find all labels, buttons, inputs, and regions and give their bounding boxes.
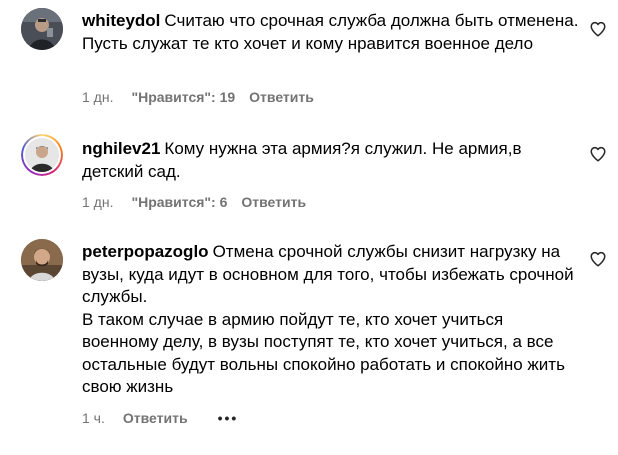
heart-outline-icon[interactable]	[589, 250, 607, 268]
reply-button[interactable]: Ответить	[249, 89, 314, 105]
comment-username[interactable]: peterpopazoglo	[82, 242, 209, 261]
reply-button[interactable]: Ответить	[123, 410, 188, 426]
comment-paragraph-1: peterpopazoglo Отмена срочной службы сниз…	[82, 241, 582, 309]
comment-paragraph-2: В таком случае в армию пойдут те, кто хо…	[82, 309, 565, 397]
user-photo-icon[interactable]	[21, 8, 63, 50]
comment-body: nghilev21 Кому нужна эта армия?я служил. …	[82, 138, 582, 183]
avatar-photo	[25, 138, 59, 172]
reply-button[interactable]: Ответить	[241, 194, 306, 210]
comment-username[interactable]: nghilev21	[82, 139, 160, 158]
comment-meta: 1 ч. Ответить •••	[82, 410, 238, 426]
comment-likes[interactable]: "Нравится": 19	[131, 89, 235, 105]
comment-time[interactable]: 1 ч.	[82, 410, 105, 426]
comment-body: peterpopazoglo Отмена срочной службы сниз…	[82, 241, 582, 399]
comment-time[interactable]: 1 дн.	[82, 89, 113, 105]
comment-likes[interactable]: "Нравится": 6	[131, 194, 227, 210]
comment-username[interactable]: whiteydol	[82, 11, 160, 30]
user-photo-icon[interactable]	[21, 239, 63, 281]
comment-meta: 1 дн. "Нравится": 6 Ответить	[82, 194, 306, 210]
comment-meta: 1 дн. "Нравится": 19 Ответить	[82, 89, 314, 105]
heart-outline-icon[interactable]	[589, 145, 607, 163]
heart-outline-icon[interactable]	[589, 20, 607, 38]
user-photo-story-ring-icon[interactable]	[21, 134, 63, 176]
more-options-icon[interactable]: •••	[218, 410, 239, 426]
comment-time[interactable]: 1 дн.	[82, 194, 113, 210]
comment-body: whiteydol Считаю что срочная служба должн…	[82, 10, 582, 55]
